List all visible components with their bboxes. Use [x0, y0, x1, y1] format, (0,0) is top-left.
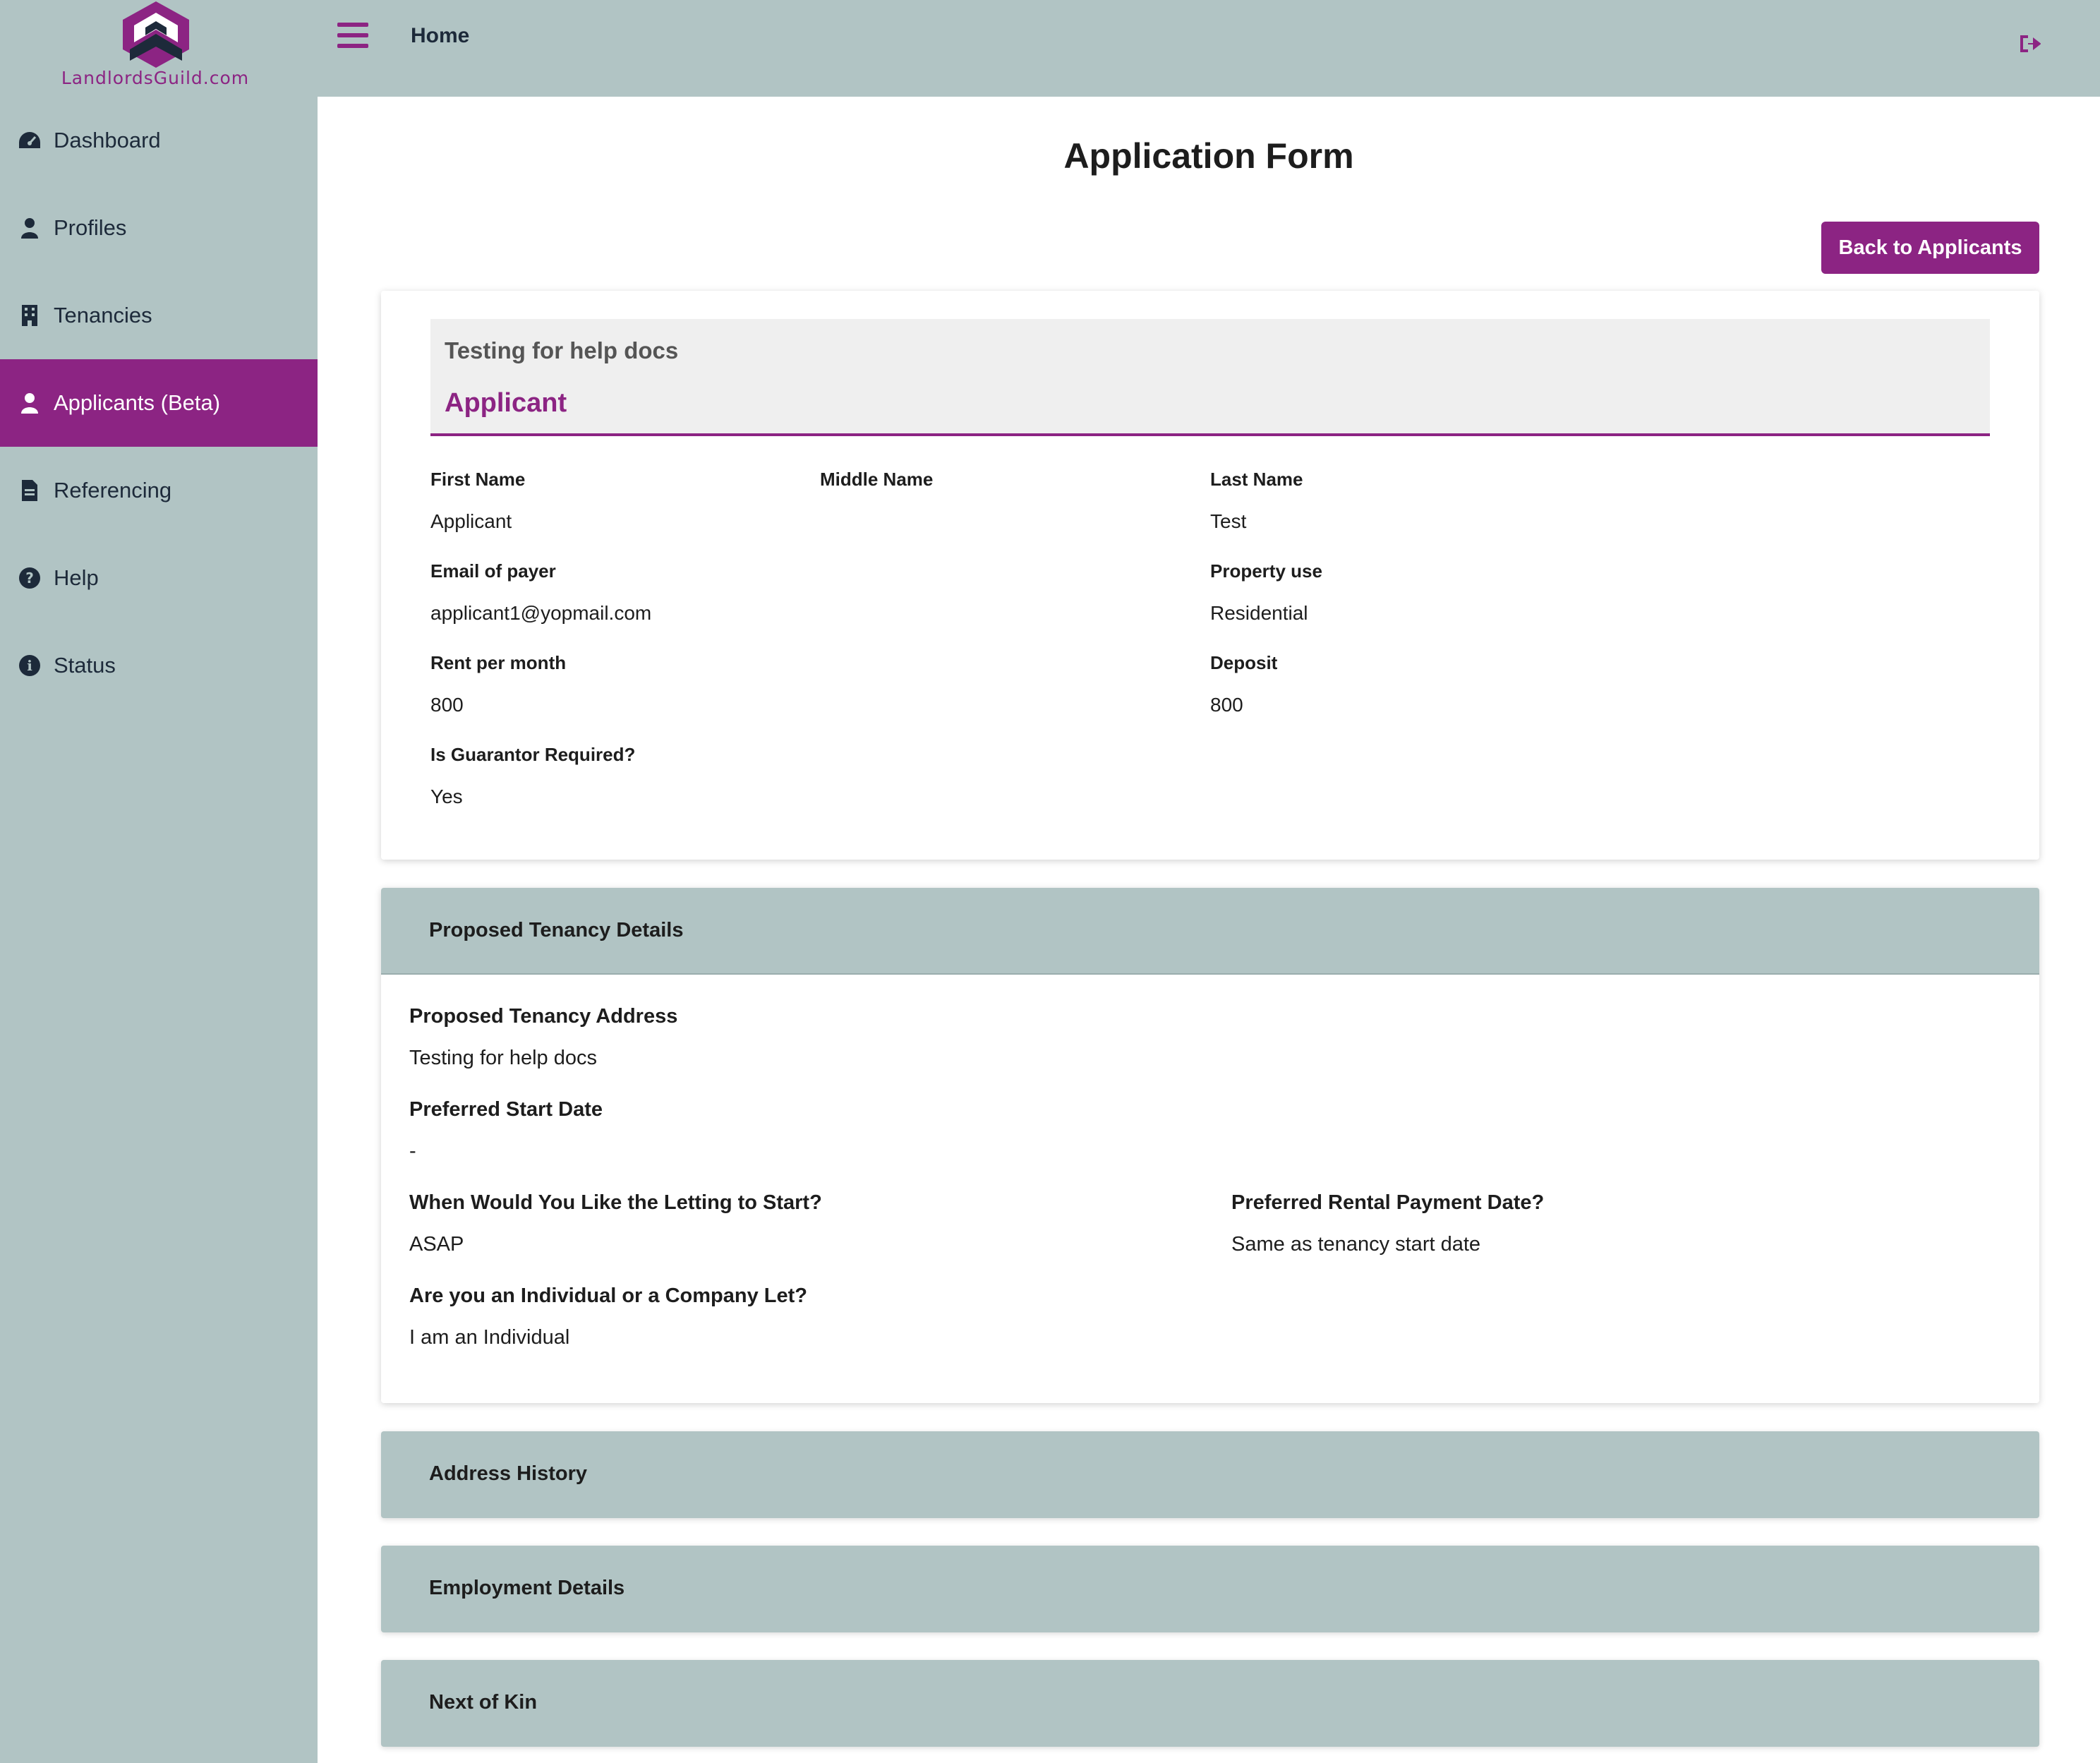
applicant-subtitle: Testing for help docs: [445, 337, 679, 363]
question-circle-icon: ?: [17, 565, 42, 591]
sidebar-item-profiles[interactable]: Profiles: [0, 184, 318, 272]
user-icon: [17, 215, 42, 241]
field-value: applicant1@yopmail.com: [430, 602, 652, 624]
field-label: First Name: [430, 469, 526, 490]
section-title: Proposed Tenancy Details: [429, 919, 684, 941]
let-type-field: Are you an Individual or a Company Let? …: [409, 1284, 807, 1349]
field-label: Preferred Rental Payment Date?: [1231, 1191, 1545, 1214]
section-title: Next of Kin: [429, 1691, 538, 1714]
field-value: Applicant: [430, 510, 512, 532]
field-label: Middle Name: [820, 469, 934, 490]
field-value: 800: [1210, 694, 1243, 716]
next-of-kin-accordion[interactable]: Next of Kin: [381, 1660, 2039, 1747]
info-circle-icon: i: [17, 653, 42, 678]
sidebar-item-tenancies[interactable]: Tenancies: [0, 272, 318, 359]
hamburger-icon[interactable]: [337, 23, 368, 49]
section-title: Employment Details: [429, 1577, 625, 1599]
sidebar-item-label: Tenancies: [54, 303, 152, 327]
deposit-field: Deposit 800: [1210, 652, 1277, 716]
sidebar-item-label: Applicants (Beta): [54, 390, 221, 415]
field-value: Yes: [430, 786, 463, 807]
employment-details-accordion[interactable]: Employment Details: [381, 1546, 2039, 1632]
proposed-tenancy-card: Proposed Tenancy Details Proposed Tenanc…: [381, 888, 2039, 1403]
section-title: Address History: [429, 1462, 588, 1485]
field-value: 800: [430, 694, 464, 716]
sidebar-item-referencing[interactable]: Referencing: [0, 447, 318, 534]
letting-start-field: When Would You Like the Letting to Start…: [409, 1191, 822, 1256]
sidebar-item-label: Help: [54, 565, 99, 590]
sidebar-item-applicants[interactable]: Applicants (Beta): [0, 359, 318, 447]
logo-mark-icon: [123, 1, 189, 68]
payment-date-field: Preferred Rental Payment Date? Same as t…: [1231, 1191, 1544, 1256]
logo[interactable]: LandlordsGuild.com: [0, 0, 318, 96]
top-bar: Home: [318, 0, 2100, 97]
field-label: Deposit: [1210, 652, 1278, 673]
field-value: ASAP: [409, 1233, 464, 1256]
first-name-field: First Name Applicant: [430, 469, 525, 533]
tenancy-address-field: Proposed Tenancy Address Testing for hel…: [409, 1005, 677, 1070]
sidebar-item-label: Status: [54, 653, 116, 678]
field-label: Are you an Individual or a Company Let?: [409, 1284, 807, 1307]
field-label: Preferred Start Date: [409, 1098, 603, 1121]
sign-out-icon[interactable]: [2020, 34, 2041, 54]
sidebar-item-label: Referencing: [54, 478, 172, 503]
field-label: Proposed Tenancy Address: [409, 1005, 678, 1028]
page-title: Application Form: [1063, 136, 1354, 176]
sidebar: LandlordsGuild.com Dashboard Profiles Te…: [0, 0, 318, 1763]
field-label: Is Guarantor Required?: [430, 744, 636, 765]
svg-text:i: i: [27, 657, 32, 674]
applicant-card: Testing for help docs Applicant First Na…: [381, 291, 2039, 860]
sidebar-item-label: Profiles: [54, 215, 127, 240]
rent-field: Rent per month 800: [430, 652, 566, 716]
svg-text:?: ?: [25, 570, 34, 586]
sidebar-item-status[interactable]: i Status: [0, 622, 318, 709]
start-date-field: Preferred Start Date -: [409, 1098, 603, 1163]
sidebar-nav: Dashboard Profiles Tenancies Applicants …: [0, 97, 318, 709]
back-to-applicants-button[interactable]: Back to Applicants: [1821, 222, 2039, 274]
building-icon: [17, 303, 42, 328]
field-label: Last Name: [1210, 469, 1303, 490]
property-use-field: Property use Residential: [1210, 560, 1322, 625]
document-icon: [17, 478, 42, 503]
field-value: Same as tenancy start date: [1231, 1233, 1481, 1256]
user-icon: [17, 390, 42, 416]
address-history-accordion[interactable]: Address History: [381, 1431, 2039, 1518]
applicant-heading: Applicant: [445, 388, 567, 418]
dashboard-gauge-icon: [17, 128, 42, 153]
page-breadcrumb: Home: [411, 24, 470, 47]
sidebar-item-dashboard[interactable]: Dashboard: [0, 97, 318, 184]
field-value: Residential: [1210, 602, 1308, 624]
field-value: -: [409, 1140, 416, 1162]
middle-name-field: Middle Name: [820, 469, 933, 510]
field-value: Testing for help docs: [409, 1047, 597, 1069]
field-value: Test: [1210, 510, 1247, 532]
field-value: I am an Individual: [409, 1326, 570, 1349]
field-label: When Would You Like the Letting to Start…: [409, 1191, 822, 1214]
applicant-header: Testing for help docs Applicant: [430, 319, 1990, 436]
sidebar-item-help[interactable]: ? Help: [0, 534, 318, 622]
guarantor-field: Is Guarantor Required? Yes: [430, 744, 635, 808]
field-label: Property use: [1210, 560, 1322, 582]
proposed-tenancy-header[interactable]: Proposed Tenancy Details: [381, 888, 2039, 975]
email-field: Email of payer applicant1@yopmail.com: [430, 560, 651, 625]
last-name-field: Last Name Test: [1210, 469, 1303, 533]
field-label: Rent per month: [430, 652, 567, 673]
sidebar-item-label: Dashboard: [54, 128, 161, 152]
logo-text: LandlordsGuild.com: [61, 68, 250, 88]
field-label: Email of payer: [430, 560, 556, 582]
